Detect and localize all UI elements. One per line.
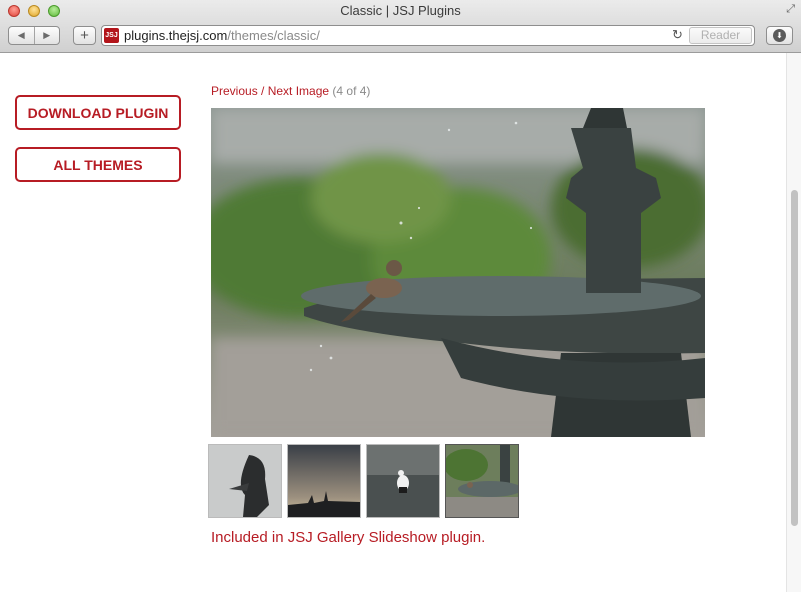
new-tab-button[interactable]: + <box>73 26 96 45</box>
image-navigation: Previous / Next Image (4 of 4) <box>211 84 370 98</box>
window-title: Classic | JSJ Plugins <box>340 3 461 18</box>
url-path: /themes/classic/ <box>227 28 320 43</box>
main-gallery-image[interactable] <box>211 108 705 437</box>
reader-button[interactable]: Reader <box>689 27 752 44</box>
fountain-photo <box>211 108 705 437</box>
thumbnail-2[interactable] <box>287 444 361 518</box>
back-forward-group: ◀ ▶ <box>8 26 60 45</box>
scrollbar-thumb[interactable] <box>791 190 798 526</box>
vertical-scrollbar[interactable] <box>786 53 801 592</box>
browser-toolbar: Classic | JSJ Plugins ⤢ ◀ ▶ + JSJ plugin… <box>0 0 801 53</box>
bird-water-thumb <box>367 445 439 517</box>
fountain-thumb <box>446 445 518 517</box>
browser-window: Classic | JSJ Plugins ⤢ ◀ ▶ + JSJ plugin… <box>0 0 801 592</box>
image-counter: (4 of 4) <box>332 84 371 98</box>
url-text[interactable]: plugins.thejsj.com/themes/classic/ <box>124 28 320 43</box>
forward-button[interactable]: ▶ <box>33 27 60 44</box>
gallery-caption: Included in JSJ Gallery Slideshow plugin… <box>211 529 486 546</box>
download-icon: ⬇ <box>773 29 786 42</box>
fullscreen-icon[interactable]: ⤢ <box>786 3 795 16</box>
page-content: DOWNLOAD PLUGIN ALL THEMES Previous / Ne… <box>0 53 786 592</box>
thumbnail-3[interactable] <box>366 444 440 518</box>
next-image-link[interactable]: Next Image <box>268 84 329 98</box>
reload-icon[interactable]: ↻ <box>672 27 683 43</box>
address-bar[interactable]: JSJ plugins.thejsj.com/themes/classic/ ↻… <box>101 25 755 46</box>
all-themes-button[interactable]: ALL THEMES <box>15 147 181 182</box>
downloads-button[interactable]: ⬇ <box>766 26 793 45</box>
skyline-thumb <box>288 445 360 517</box>
url-host: plugins.thejsj.com <box>124 28 228 43</box>
thumbnail-1[interactable] <box>208 444 282 518</box>
site-favicon-icon: JSJ <box>104 28 119 43</box>
download-plugin-button[interactable]: DOWNLOAD PLUGIN <box>15 95 181 130</box>
back-button[interactable]: ◀ <box>9 27 34 44</box>
previous-link[interactable]: Previous <box>211 84 258 98</box>
nav-separator: / <box>257 84 268 98</box>
thumbnail-4[interactable] <box>445 444 519 518</box>
bird-statue-thumb <box>209 445 281 517</box>
